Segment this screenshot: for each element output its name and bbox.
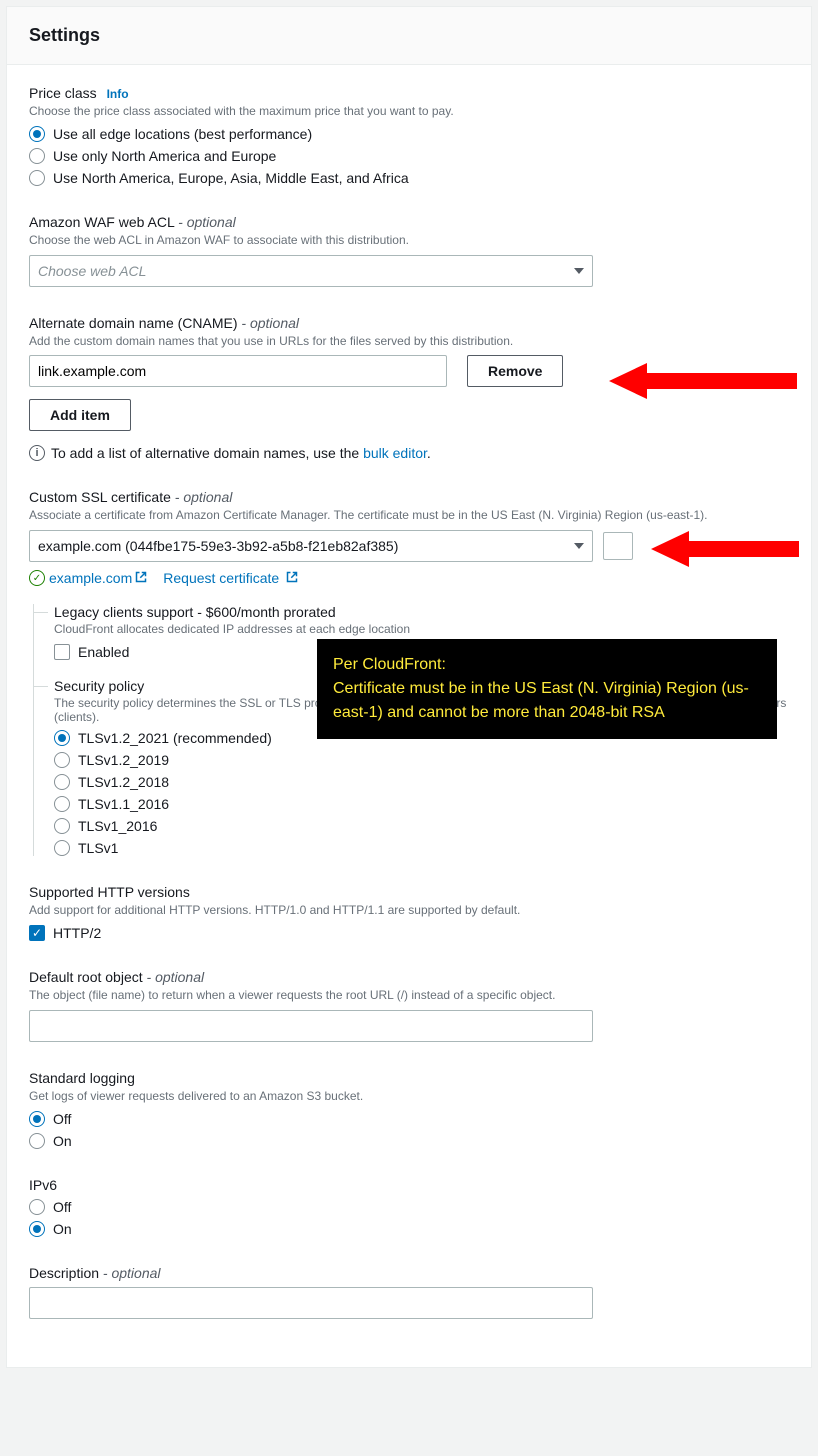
panel-header: Settings bbox=[7, 7, 811, 65]
caret-down-icon bbox=[574, 268, 584, 274]
cname-input[interactable] bbox=[38, 363, 438, 379]
cname-label: Alternate domain name (CNAME) bbox=[29, 315, 238, 331]
ssl-selected-value: example.com (044fbe175-59e3-3b92-a5b8-f2… bbox=[38, 538, 398, 554]
http2-checkbox[interactable] bbox=[29, 925, 45, 941]
ssl-optional: - optional bbox=[175, 489, 233, 505]
logging-on-radio[interactable] bbox=[29, 1133, 45, 1149]
callout-body: Certificate must be in the US East (N. V… bbox=[333, 677, 761, 725]
waf-placeholder: Choose web ACL bbox=[38, 263, 146, 279]
logging-off-radio[interactable] bbox=[29, 1111, 45, 1127]
ipv6-on-label: On bbox=[53, 1221, 72, 1237]
sec-radio-1[interactable] bbox=[54, 752, 70, 768]
add-item-button[interactable]: Add item bbox=[29, 399, 131, 431]
waf-select[interactable]: Choose web ACL bbox=[29, 255, 593, 287]
sec-radio-4[interactable] bbox=[54, 818, 70, 834]
ssl-cert-select[interactable]: example.com (044fbe175-59e3-3b92-a5b8-f2… bbox=[29, 530, 593, 562]
price-class-radio-2[interactable] bbox=[29, 170, 45, 186]
sec-radio-5[interactable] bbox=[54, 840, 70, 856]
ipv6-label: IPv6 bbox=[29, 1177, 789, 1193]
logging-desc: Get logs of viewer requests delivered to… bbox=[29, 1088, 789, 1105]
sec-option-1: TLSv1.2_2019 bbox=[78, 752, 169, 768]
annotation-arrow-2 bbox=[651, 527, 801, 571]
annotation-arrow-1 bbox=[609, 359, 799, 403]
request-cert-link[interactable]: Request certificate bbox=[163, 570, 298, 586]
price-class-option-2: Use North America, Europe, Asia, Middle … bbox=[53, 170, 409, 186]
check-circle-icon: ✓ bbox=[29, 570, 45, 586]
callout-title: Per CloudFront: bbox=[333, 653, 761, 677]
root-label: Default root object bbox=[29, 969, 143, 985]
cname-section: Alternate domain name (CNAME) - optional… bbox=[29, 315, 789, 462]
sec-option-0: TLSv1.2_2021 (recommended) bbox=[78, 730, 272, 746]
cname-desc: Add the custom domain names that you use… bbox=[29, 333, 789, 350]
external-link-icon bbox=[286, 570, 298, 582]
sec-radio-3[interactable] bbox=[54, 796, 70, 812]
external-link-icon bbox=[135, 570, 147, 582]
ssl-domain-link[interactable]: example.com bbox=[49, 570, 147, 586]
ssl-refresh-button[interactable] bbox=[603, 532, 633, 560]
ssl-label: Custom SSL certificate bbox=[29, 489, 171, 505]
root-input-wrap bbox=[29, 1010, 593, 1042]
cname-optional: - optional bbox=[241, 315, 299, 331]
sec-option-5: TLSv1 bbox=[78, 840, 118, 856]
price-class-option-0: Use all edge locations (best performance… bbox=[53, 126, 312, 142]
ipv6-on-radio[interactable] bbox=[29, 1221, 45, 1237]
waf-section: Amazon WAF web ACL - optional Choose the… bbox=[29, 214, 789, 287]
waf-optional: - optional bbox=[178, 214, 236, 230]
price-class-label: Price class bbox=[29, 85, 97, 101]
waf-label: Amazon WAF web ACL bbox=[29, 214, 174, 230]
caret-down-icon bbox=[574, 543, 584, 549]
logging-section: Standard logging Get logs of viewer requ… bbox=[29, 1070, 789, 1149]
sec-option-2: TLSv1.2_2018 bbox=[78, 774, 169, 790]
legacy-label: Legacy clients support - $600/month pror… bbox=[54, 604, 789, 620]
price-class-radio-0[interactable] bbox=[29, 126, 45, 142]
root-optional: - optional bbox=[147, 969, 205, 985]
sec-option-3: TLSv1.1_2016 bbox=[78, 796, 169, 812]
root-input[interactable] bbox=[38, 1018, 584, 1034]
remove-button[interactable]: Remove bbox=[467, 355, 563, 387]
logging-on-label: On bbox=[53, 1133, 72, 1149]
ipv6-off-radio[interactable] bbox=[29, 1199, 45, 1215]
annotation-callout: Per CloudFront: Certificate must be in t… bbox=[317, 639, 777, 739]
ssl-desc: Associate a certificate from Amazon Cert… bbox=[29, 507, 789, 524]
ipv6-off-label: Off bbox=[53, 1199, 71, 1215]
description-label: Description bbox=[29, 1265, 99, 1281]
legacy-desc: CloudFront allocates dedicated IP addres… bbox=[54, 622, 789, 636]
sec-radio-0[interactable] bbox=[54, 730, 70, 746]
root-section: Default root object - optional The objec… bbox=[29, 969, 789, 1042]
logging-label: Standard logging bbox=[29, 1070, 789, 1086]
waf-desc: Choose the web ACL in Amazon WAF to asso… bbox=[29, 232, 789, 249]
price-class-radio-1[interactable] bbox=[29, 148, 45, 164]
logging-off-label: Off bbox=[53, 1111, 71, 1127]
info-icon: i bbox=[29, 445, 45, 461]
http-desc: Add support for additional HTTP versions… bbox=[29, 902, 789, 919]
price-class-option-1: Use only North America and Europe bbox=[53, 148, 276, 164]
price-class-section: Price class Info Choose the price class … bbox=[29, 85, 789, 186]
cname-input-wrap bbox=[29, 355, 447, 387]
ipv6-section: IPv6 Off On bbox=[29, 1177, 789, 1237]
price-class-desc: Choose the price class associated with t… bbox=[29, 103, 789, 120]
legacy-enabled-label: Enabled bbox=[78, 644, 129, 660]
page-title: Settings bbox=[29, 25, 789, 46]
sec-option-4: TLSv1_2016 bbox=[78, 818, 157, 834]
description-input[interactable] bbox=[38, 1295, 584, 1311]
description-section: Description - optional bbox=[29, 1265, 789, 1319]
bulk-editor-link[interactable]: bulk editor bbox=[363, 445, 427, 461]
bulk-edit-hint: To add a list of alternative domain name… bbox=[51, 445, 431, 461]
description-optional: - optional bbox=[103, 1265, 161, 1281]
http-section: Supported HTTP versions Add support for … bbox=[29, 884, 789, 941]
sec-radio-2[interactable] bbox=[54, 774, 70, 790]
legacy-enabled-checkbox[interactable] bbox=[54, 644, 70, 660]
root-desc: The object (file name) to return when a … bbox=[29, 987, 789, 1004]
price-class-info-link[interactable]: Info bbox=[107, 87, 129, 101]
http2-label: HTTP/2 bbox=[53, 925, 101, 941]
description-input-wrap bbox=[29, 1287, 593, 1319]
http-label: Supported HTTP versions bbox=[29, 884, 789, 900]
